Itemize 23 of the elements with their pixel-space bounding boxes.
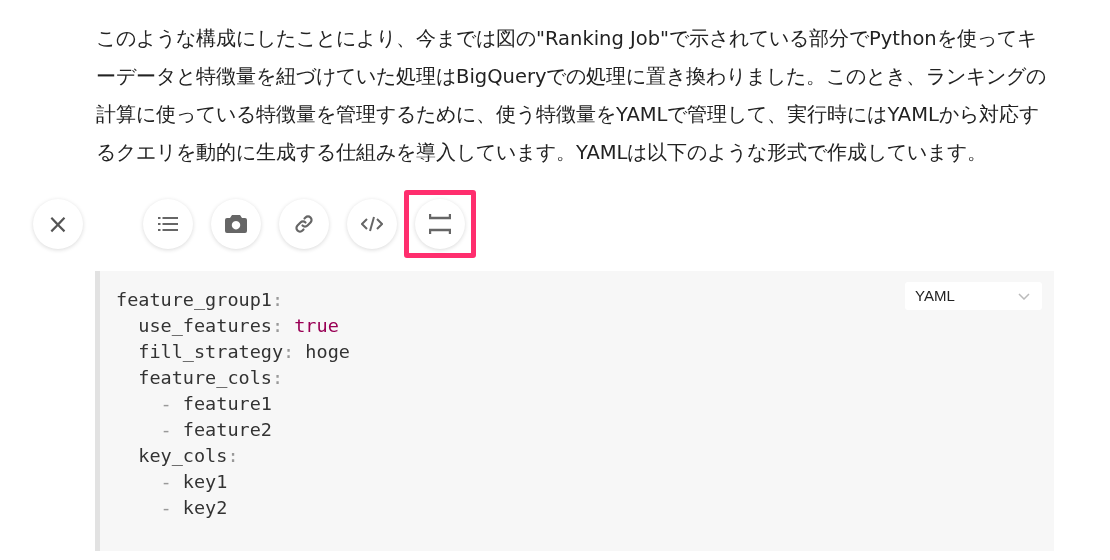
list-icon	[158, 217, 178, 231]
code-line: key_cols:	[137, 444, 239, 468]
list-button[interactable]	[143, 199, 193, 249]
divider-button[interactable]	[415, 199, 465, 249]
code-line: feature_group1:	[116, 288, 284, 312]
code-line: - feature2	[159, 418, 272, 442]
image-button[interactable]	[211, 199, 261, 249]
camera-icon	[225, 215, 247, 233]
code-button[interactable]	[347, 199, 397, 249]
code-line: use_features: true	[137, 314, 339, 338]
chevron-down-icon	[1018, 292, 1030, 300]
link-icon	[294, 214, 314, 234]
code-line: - feature1	[159, 392, 272, 416]
code-line: fill_strategy: hoge	[137, 340, 350, 364]
code-line: - key1	[159, 470, 228, 494]
paragraph: このような構成にしたことにより、今までは図の"Ranking Job"で示されている部分でPythonを使ってキーデータと特徴量を紐づけていた処理はBigQueryでの処理に置き換わりました。このとき、ランキングの計算に使っている特徴量を管理するために、使う特徴量をYAMLで管理して、実行時にはYAMLから対応するクエリを動的に生成する仕組みを導入しています。YAMLは以下のような形式で作成しています。	[96, 26, 1048, 166]
code-icon	[361, 216, 383, 232]
language-dropdown[interactable]: YAML	[905, 282, 1042, 310]
close-button[interactable]: ×	[33, 199, 83, 249]
horizontal-rule-icon	[429, 214, 451, 234]
link-button[interactable]	[279, 199, 329, 249]
code-line: feature_cols:	[137, 366, 284, 390]
code-line: - key2	[159, 496, 228, 520]
